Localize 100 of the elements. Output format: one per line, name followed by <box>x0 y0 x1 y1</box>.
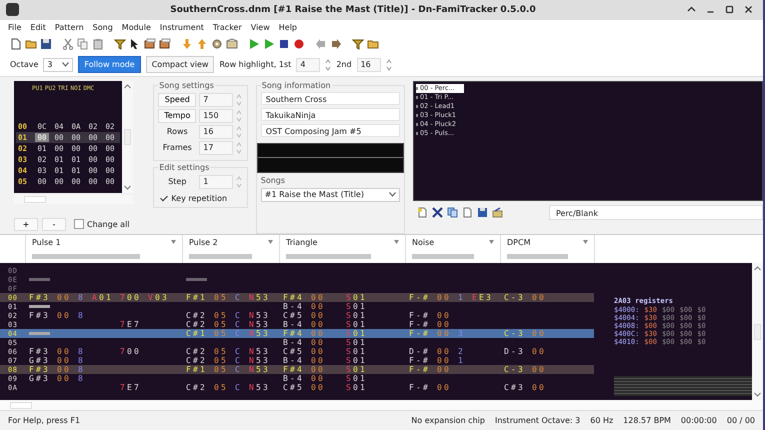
setting-button[interactable]: Tempo <box>158 108 196 123</box>
edit-icon[interactable] <box>492 206 503 218</box>
folder-icon[interactable] <box>25 38 37 50</box>
remove-icon[interactable] <box>432 206 443 218</box>
change-all-checkbox[interactable]: Change all <box>74 219 130 230</box>
instrument-name-field[interactable]: Perc/Blank <box>548 204 763 220</box>
record-icon[interactable] <box>293 38 305 50</box>
horizontal-scrollbar[interactable] <box>0 400 763 410</box>
instrument-cell: 05 <box>214 293 228 302</box>
row-highlight-second-field[interactable]: 16 <box>356 58 381 72</box>
setting-field[interactable]: 150 <box>199 108 234 123</box>
column-arrow-icon[interactable] <box>583 240 588 246</box>
book-icon[interactable] <box>159 38 171 50</box>
compact-view-button[interactable]: Compact view <box>146 56 214 74</box>
volume-cell: 8 <box>78 293 85 302</box>
setting-field[interactable]: 7 <box>199 92 234 107</box>
note-cell: F#3 <box>29 311 50 320</box>
document-icon[interactable] <box>462 206 473 218</box>
stop-icon[interactable] <box>278 38 290 50</box>
scroll-down-icon[interactable] <box>124 184 131 190</box>
copy-icon[interactable] <box>446 206 458 218</box>
arrow-down-icon[interactable] <box>181 38 193 50</box>
instrument-cell: 05 <box>214 365 228 374</box>
volume-cell: 8 <box>78 311 85 320</box>
instrument-cell: 00 <box>532 383 546 392</box>
box-icon[interactable] <box>226 38 238 50</box>
frame-edit-button[interactable]: + <box>14 218 38 231</box>
scroll-up-icon[interactable] <box>754 266 761 272</box>
left-arrow-icon[interactable] <box>315 38 327 50</box>
effect-cell: N53 <box>249 365 270 374</box>
octave-dropdown[interactable]: 3 <box>43 58 74 72</box>
setting-button[interactable]: Speed <box>158 92 196 107</box>
menu-item[interactable]: File <box>8 22 22 32</box>
note-cell: B-4 <box>283 374 304 384</box>
copy-icon[interactable] <box>77 38 89 50</box>
right-arrow-icon[interactable] <box>330 38 342 50</box>
step-field[interactable]: 1 <box>199 174 234 189</box>
note-cell: C-3 <box>504 329 525 338</box>
vertical-scrollbar[interactable] <box>122 80 133 193</box>
instrument-cell: 00 <box>57 365 71 374</box>
spin-arrows-icon[interactable] <box>325 58 332 72</box>
scroll-thumb[interactable] <box>124 128 131 145</box>
vertical-scrollbar[interactable] <box>752 263 763 400</box>
menu-item[interactable]: Tracker <box>212 22 242 32</box>
scroll-up-icon[interactable] <box>124 84 131 89</box>
row-highlight-first-field[interactable]: 4 <box>296 58 320 72</box>
song-info-field[interactable]: OST Composing Jam #5 <box>260 124 400 137</box>
close-icon[interactable] <box>744 5 753 14</box>
volume-cell: C <box>235 293 242 302</box>
instrument-cell: 00 <box>311 365 325 374</box>
pattern-editor[interactable] <box>0 263 752 400</box>
paste-icon[interactable] <box>92 38 104 50</box>
column-arrow-icon[interactable] <box>171 240 176 246</box>
song-info-field[interactable]: Southern Cross <box>260 92 400 105</box>
save-icon[interactable] <box>40 38 52 50</box>
maximize-icon[interactable] <box>725 5 734 14</box>
funnel-icon[interactable] <box>352 38 364 50</box>
spin-arrows-icon[interactable] <box>386 58 392 72</box>
horizontal-scrollbar[interactable] <box>14 194 133 204</box>
instrument-cell: 00 <box>57 311 71 320</box>
menu-item[interactable]: Help <box>278 22 297 32</box>
instrument-cell: 00 <box>57 374 71 384</box>
app-icon <box>6 3 19 16</box>
song-info-field[interactable]: TakuikaNinja <box>260 108 400 121</box>
column-arrow-icon[interactable] <box>394 240 399 246</box>
cut-icon[interactable] <box>62 38 74 50</box>
menu-item[interactable]: Pattern <box>54 22 84 32</box>
new-document-icon[interactable] <box>10 38 22 50</box>
frame-edit-button[interactable]: - <box>42 218 66 231</box>
instrument-cell: 05 <box>214 347 228 356</box>
column-arrow-icon[interactable] <box>489 240 494 246</box>
instrument-cell: 00 <box>311 347 325 356</box>
scroll-thumb[interactable] <box>754 324 761 340</box>
note-cell: C#2 <box>186 347 207 356</box>
note-cell: C#5 <box>283 311 304 320</box>
instrument-cell: 00 <box>532 329 546 338</box>
note-cell: F#3 <box>29 365 50 374</box>
folder-icon[interactable] <box>367 38 379 50</box>
new-instrument-icon[interactable] <box>416 206 428 218</box>
play-icon[interactable] <box>248 38 260 50</box>
menu-item[interactable]: Edit <box>30 22 46 32</box>
menu-item[interactable]: Instrument <box>160 22 204 32</box>
note-cell: G#3 <box>29 374 50 384</box>
menu-item[interactable]: Song <box>92 22 113 32</box>
funnel-icon[interactable] <box>114 38 126 50</box>
instrument-cell: 00 <box>311 356 325 366</box>
setting-field[interactable]: 17 <box>199 140 234 155</box>
column-arrow-icon[interactable] <box>268 240 273 246</box>
setting-field[interactable]: 16 <box>199 124 234 139</box>
instrument-cell: 00 <box>311 293 325 302</box>
menu-item[interactable]: View <box>250 22 270 32</box>
book-icon[interactable] <box>144 38 156 50</box>
key-repetition-checkbox[interactable]: Key repetition <box>160 194 243 203</box>
instrument-cell: 00 <box>437 365 451 374</box>
menu-item[interactable]: Module <box>122 22 151 32</box>
follow-mode-button[interactable]: Follow mode <box>78 56 141 74</box>
scroll-down-icon[interactable] <box>754 392 761 398</box>
song-dropdown[interactable]: #1 Raise the Mast (Title) <box>260 188 400 202</box>
effect-cell: N53 <box>249 347 270 356</box>
save-icon[interactable] <box>476 206 488 218</box>
